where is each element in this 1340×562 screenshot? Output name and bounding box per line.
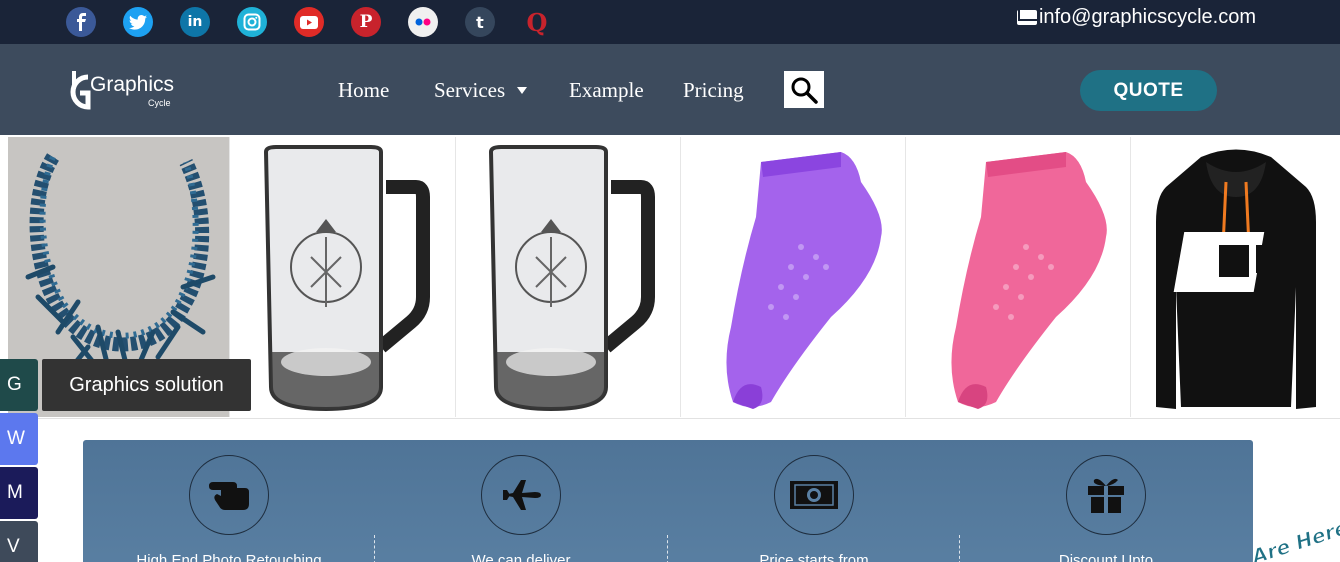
twitter-icon[interactable] <box>123 7 153 37</box>
pinterest-icon[interactable]: P <box>351 7 381 37</box>
side-tab-g[interactable]: G <box>0 359 38 411</box>
product-image-purple-sock[interactable] <box>681 137 906 417</box>
flickr-icon[interactable] <box>408 7 438 37</box>
logo-subtext: Cycle <box>148 98 171 108</box>
side-tab-v[interactable]: V <box>0 521 38 562</box>
nav-pricing[interactable]: Pricing <box>683 78 744 103</box>
side-tab-m[interactable]: M <box>0 467 38 519</box>
linkedin-icon[interactable]: in <box>180 7 210 37</box>
product-image-black-hoodie[interactable] <box>1131 137 1340 417</box>
instagram-icon[interactable] <box>237 7 267 37</box>
product-image-glass-mug[interactable] <box>231 137 456 417</box>
money-icon <box>774 455 854 535</box>
divider <box>959 535 960 562</box>
gift-icon <box>1066 455 1146 535</box>
nav-services-label: Services <box>434 78 506 102</box>
tumblr-icon[interactable]: t <box>465 7 495 37</box>
nav-example[interactable]: Example <box>569 78 644 103</box>
quora-icon[interactable]: Q <box>522 7 552 37</box>
divider <box>374 535 375 562</box>
facebook-icon[interactable] <box>66 7 96 37</box>
feature-text: Price starts from <box>759 552 869 562</box>
product-caption: Graphics solution <box>42 359 251 411</box>
feature-text: We can deliver <box>471 552 571 562</box>
site-logo[interactable]: Graphics Cycle <box>66 67 181 113</box>
product-image-pink-sock[interactable] <box>906 137 1131 417</box>
logo-text: Graphics <box>90 73 175 96</box>
youtube-icon[interactable] <box>294 7 324 37</box>
divider <box>667 535 668 562</box>
email-text: info@graphicscycle.com <box>1038 6 1256 28</box>
quote-button[interactable]: QUOTE <box>1080 70 1217 111</box>
corner-badge[interactable]: Are Here <box>1248 515 1340 562</box>
main-navigation: Graphics Cycle Home Services Example Pri… <box>0 44 1340 135</box>
search-button[interactable] <box>784 71 824 108</box>
nav-home[interactable]: Home <box>338 78 389 103</box>
product-image-glass-mug[interactable] <box>456 137 681 417</box>
search-icon <box>791 77 818 104</box>
feature-text: High End Photo Retouching <box>136 552 322 562</box>
envelope-icon <box>1016 10 1037 25</box>
nav-services[interactable]: Services <box>434 78 528 103</box>
airplane-icon <box>481 455 561 535</box>
feature-text: Discount Upto <box>1058 552 1154 562</box>
features-panel: High End Photo Retouching We can deliver… <box>83 440 1253 562</box>
caret-down-icon <box>517 86 528 94</box>
side-tab-w[interactable]: W <box>0 413 38 465</box>
top-social-bar: in P t Q info@graphicscycle.com <box>0 0 1340 44</box>
hand-icon <box>189 455 269 535</box>
email-contact[interactable]: info@graphicscycle.com <box>1016 6 1256 29</box>
